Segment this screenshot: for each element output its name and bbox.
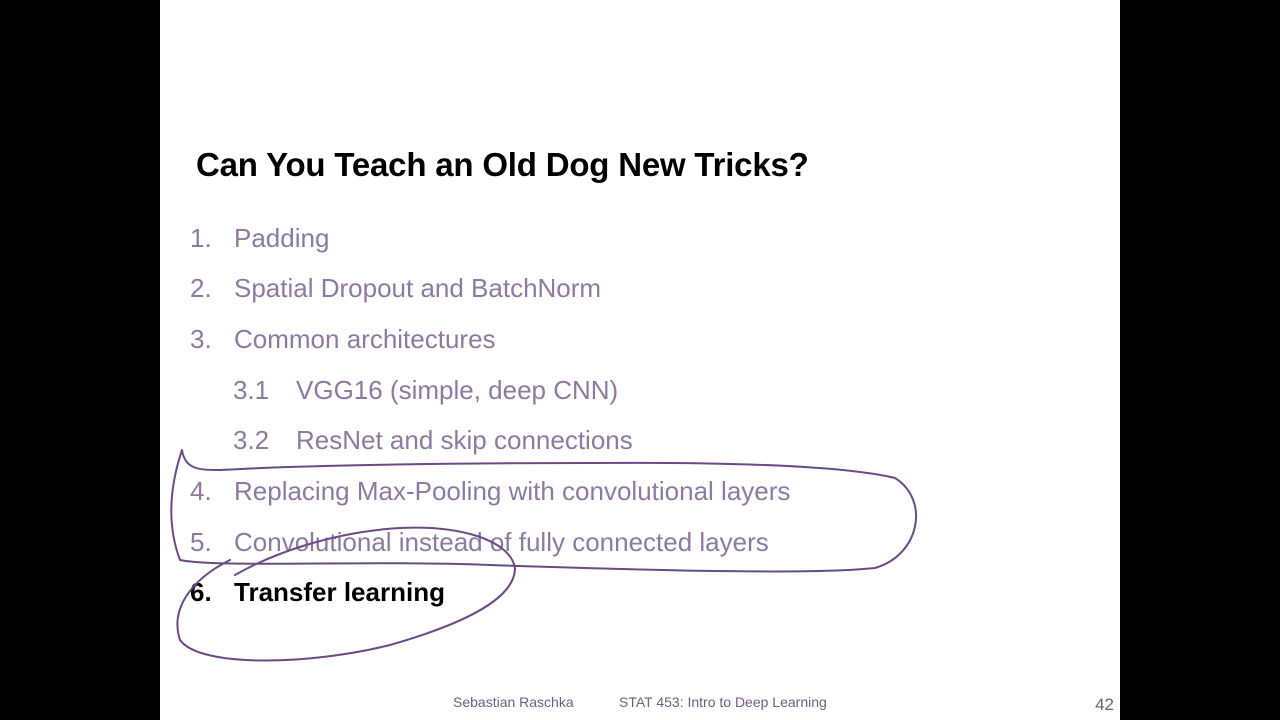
list-item-vgg16: 3.1 VGG16 (simple, deep CNN)	[233, 375, 618, 406]
item-label: Common architectures	[234, 324, 496, 354]
item-number: 3.2	[233, 425, 270, 455]
slide: Can You Teach an Old Dog New Tricks? 1. P…	[160, 0, 1120, 720]
item-number: 6.	[190, 577, 212, 607]
item-number: 5.	[190, 527, 212, 557]
list-item-replacing-max-pooling: 4. Replacing Max-Pooling with convolution…	[190, 476, 790, 507]
item-label: ResNet and skip connections	[296, 425, 633, 455]
item-number: 4.	[190, 476, 212, 506]
list-item-transfer-learning: 6. Transfer learning	[190, 577, 445, 608]
item-number: 3.	[190, 324, 212, 354]
item-label: Padding	[234, 223, 330, 253]
list-item-spatial-dropout: 2. Spatial Dropout and BatchNorm	[190, 273, 601, 304]
list-item-resnet: 3.2 ResNet and skip connections	[233, 425, 633, 456]
item-number: 1.	[190, 223, 212, 253]
list-item-convolutional-instead: 5. Convolutional instead of fully connect…	[190, 527, 769, 558]
footer-author: Sebastian Raschka	[453, 694, 574, 710]
slide-title: Can You Teach an Old Dog New Tricks?	[196, 146, 809, 183]
item-label: Convolutional instead of fully connected…	[234, 527, 769, 557]
page-number: 42	[1095, 695, 1114, 714]
handwritten-annotations	[170, 449, 917, 662]
list-item-padding: 1. Padding	[190, 223, 329, 254]
item-number: 3.1	[233, 375, 270, 405]
list-item-common-architectures: 3. Common architectures	[190, 324, 496, 355]
item-label: Transfer learning	[234, 577, 445, 607]
item-label: VGG16 (simple, deep CNN)	[296, 375, 619, 405]
item-label: Replacing Max-Pooling with convolutional…	[234, 476, 791, 506]
footer-course: STAT 453: Intro to Deep Learning	[619, 694, 827, 710]
item-label: Spatial Dropout and BatchNorm	[234, 273, 602, 303]
item-number: 2.	[190, 273, 212, 303]
